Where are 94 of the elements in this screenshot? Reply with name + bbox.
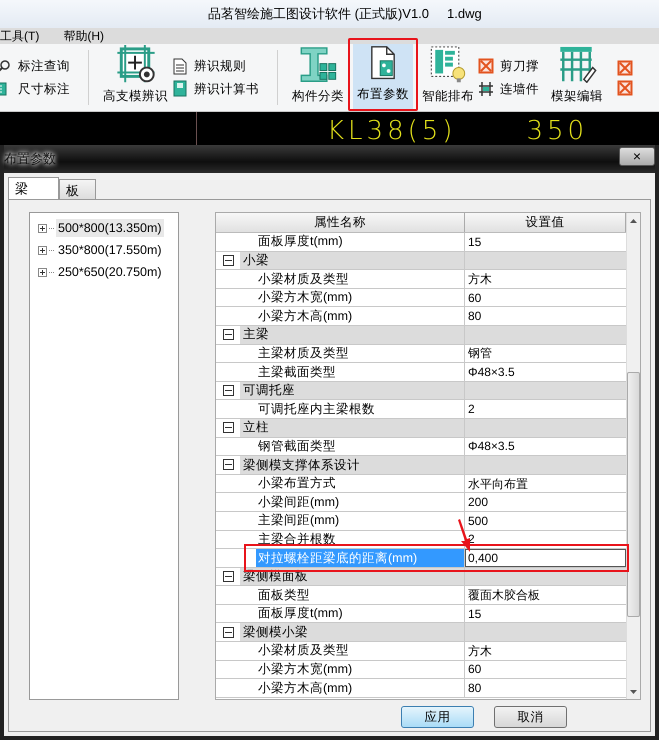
property-value: 60 (468, 661, 482, 678)
property-name: 主梁间距(mm) (257, 512, 340, 530)
scroll-down-icon[interactable] (629, 689, 638, 695)
document-icon (172, 58, 188, 75)
dialog-title: 布置参数 (4, 149, 56, 169)
property-name: 小梁材质及类型 (257, 270, 349, 288)
property-name: 面板厚度t(mm) (257, 605, 343, 622)
group-row[interactable]: 梁侧模小梁 (216, 623, 465, 642)
toolbar-item[interactable]: 辨识计算书 (172, 80, 259, 98)
toolbar-item[interactable]: 连墙件 (478, 80, 539, 98)
collapse-icon[interactable] (222, 422, 234, 434)
property-value: Φ48×3.5 (468, 438, 515, 456)
property-value: 2 (468, 401, 475, 418)
group-row[interactable]: 可调托座 (216, 382, 465, 400)
property-value: 覆面木胶合板 (468, 587, 540, 604)
toolbar-item[interactable]: 剪刀撑 (478, 56, 539, 76)
property-value: 200 (468, 494, 488, 512)
property-name: 小梁间距(mm) (257, 494, 340, 511)
group-label: 主梁 (242, 326, 269, 344)
close-button[interactable]: × (619, 146, 655, 166)
menu-item[interactable]: 工具(T) (0, 27, 40, 45)
scroll-thumb[interactable] (627, 372, 640, 617)
property-name: 主梁合并根数 (257, 530, 336, 548)
toolbar-item[interactable]: 辨识规则 (172, 56, 259, 76)
tab[interactable]: 板 (59, 179, 96, 199)
property-name: 小梁材质及类型 (257, 642, 349, 660)
wall-tie-icon (478, 80, 494, 97)
book-icon (172, 80, 188, 98)
group-label: 小梁 (242, 252, 269, 270)
property-value: 80 (468, 680, 482, 698)
toolbar-button[interactable]: 模架编辑 (547, 44, 607, 111)
toolbar-button[interactable]: 智能排布 (418, 44, 478, 111)
collapse-icon[interactable] (222, 626, 234, 638)
property-name: 可调托座内主梁根数 (257, 400, 375, 418)
scrollbar[interactable] (626, 213, 640, 699)
group-label: 立柱 (242, 419, 269, 436)
collapse-icon[interactable] (222, 459, 234, 470)
dialog-button[interactable]: 取消 (494, 706, 567, 728)
collapse-icon[interactable] (222, 570, 234, 582)
group-label: 梁侧模支撑体系设计 (242, 456, 360, 474)
column-header[interactable]: 属性名称 (216, 213, 466, 232)
group-row[interactable]: 立柱 (216, 418, 465, 437)
toolbar-button[interactable]: 高支模辨识 (99, 44, 172, 111)
drawing-text: KL38(5) (327, 117, 456, 145)
toolbar-item[interactable]: 尺寸标注 (0, 80, 70, 98)
menu-item[interactable]: 帮助(H) (63, 27, 104, 45)
cross-brace-icon (478, 58, 494, 74)
property-name: 主梁材质及类型 (257, 344, 349, 362)
property-value: 15 (468, 234, 482, 251)
tree-item[interactable]: 350*800(17.550m) (56, 240, 164, 260)
property-name: 主梁截面类型 (257, 364, 336, 381)
property-value: 500 (468, 512, 488, 530)
value-field[interactable]: 0,400 (465, 548, 626, 567)
property-name: 面板厚度t(mm) (257, 233, 343, 250)
expand-icon[interactable] (38, 246, 47, 254)
group-label: 梁侧模小梁 (242, 624, 308, 641)
expand-icon[interactable] (38, 224, 47, 232)
tab[interactable]: 梁 (8, 177, 59, 199)
property-value: 水平向布置 (468, 476, 528, 493)
expand-icon[interactable] (38, 268, 47, 276)
group-row[interactable]: 主梁 (216, 326, 465, 344)
property-value: 80 (468, 308, 482, 326)
property-name: 小梁布置方式 (257, 475, 336, 492)
tree-item[interactable]: 250*650(20.750m) (56, 262, 164, 282)
property-name: 小梁方木宽(mm) (257, 289, 352, 306)
property-value: 方木 (468, 642, 492, 660)
dialog-button[interactable]: 应用 (401, 706, 474, 728)
scroll-up-icon[interactable] (629, 218, 638, 224)
group-row[interactable]: 小梁 (216, 252, 465, 270)
collapse-icon[interactable] (222, 329, 234, 340)
property-value: 60 (468, 290, 482, 307)
group-row[interactable]: 梁侧模支撑体系设计 (216, 456, 465, 474)
toolbar-item[interactable]: 标注查询 (0, 56, 70, 76)
collapse-icon[interactable] (222, 385, 234, 396)
property-name: 小梁方木高(mm) (257, 680, 352, 697)
property-name: 小梁方木宽(mm) (257, 661, 352, 678)
collapse-icon[interactable] (222, 254, 234, 266)
group-label: 可调托座 (242, 382, 295, 400)
window-title: 品茗智绘施工图设计软件 (正式版)V1.0 (208, 5, 430, 24)
property-name: 小梁方木高(mm) (257, 308, 352, 325)
toolbar-button[interactable]: 构件分类 (288, 44, 348, 111)
property-value: 15 (468, 606, 482, 623)
cross-brace-icon[interactable] (617, 60, 633, 76)
tree-item[interactable]: 500*800(13.350m) (56, 218, 164, 238)
drawing-text: 350 (526, 117, 588, 145)
file-name: 1.dwg (447, 5, 482, 24)
property-value: 钢管 (468, 345, 492, 362)
property-value: 方木 (468, 270, 492, 288)
cross-brace-icon[interactable] (617, 80, 633, 96)
toolbar-button[interactable]: 布置参数 (353, 44, 413, 109)
property-value: Φ48×3.5 (468, 364, 515, 381)
property-name: 钢管截面类型 (257, 438, 336, 455)
beam-blocks-icon (298, 44, 338, 84)
property-name: 面板类型 (257, 586, 310, 604)
